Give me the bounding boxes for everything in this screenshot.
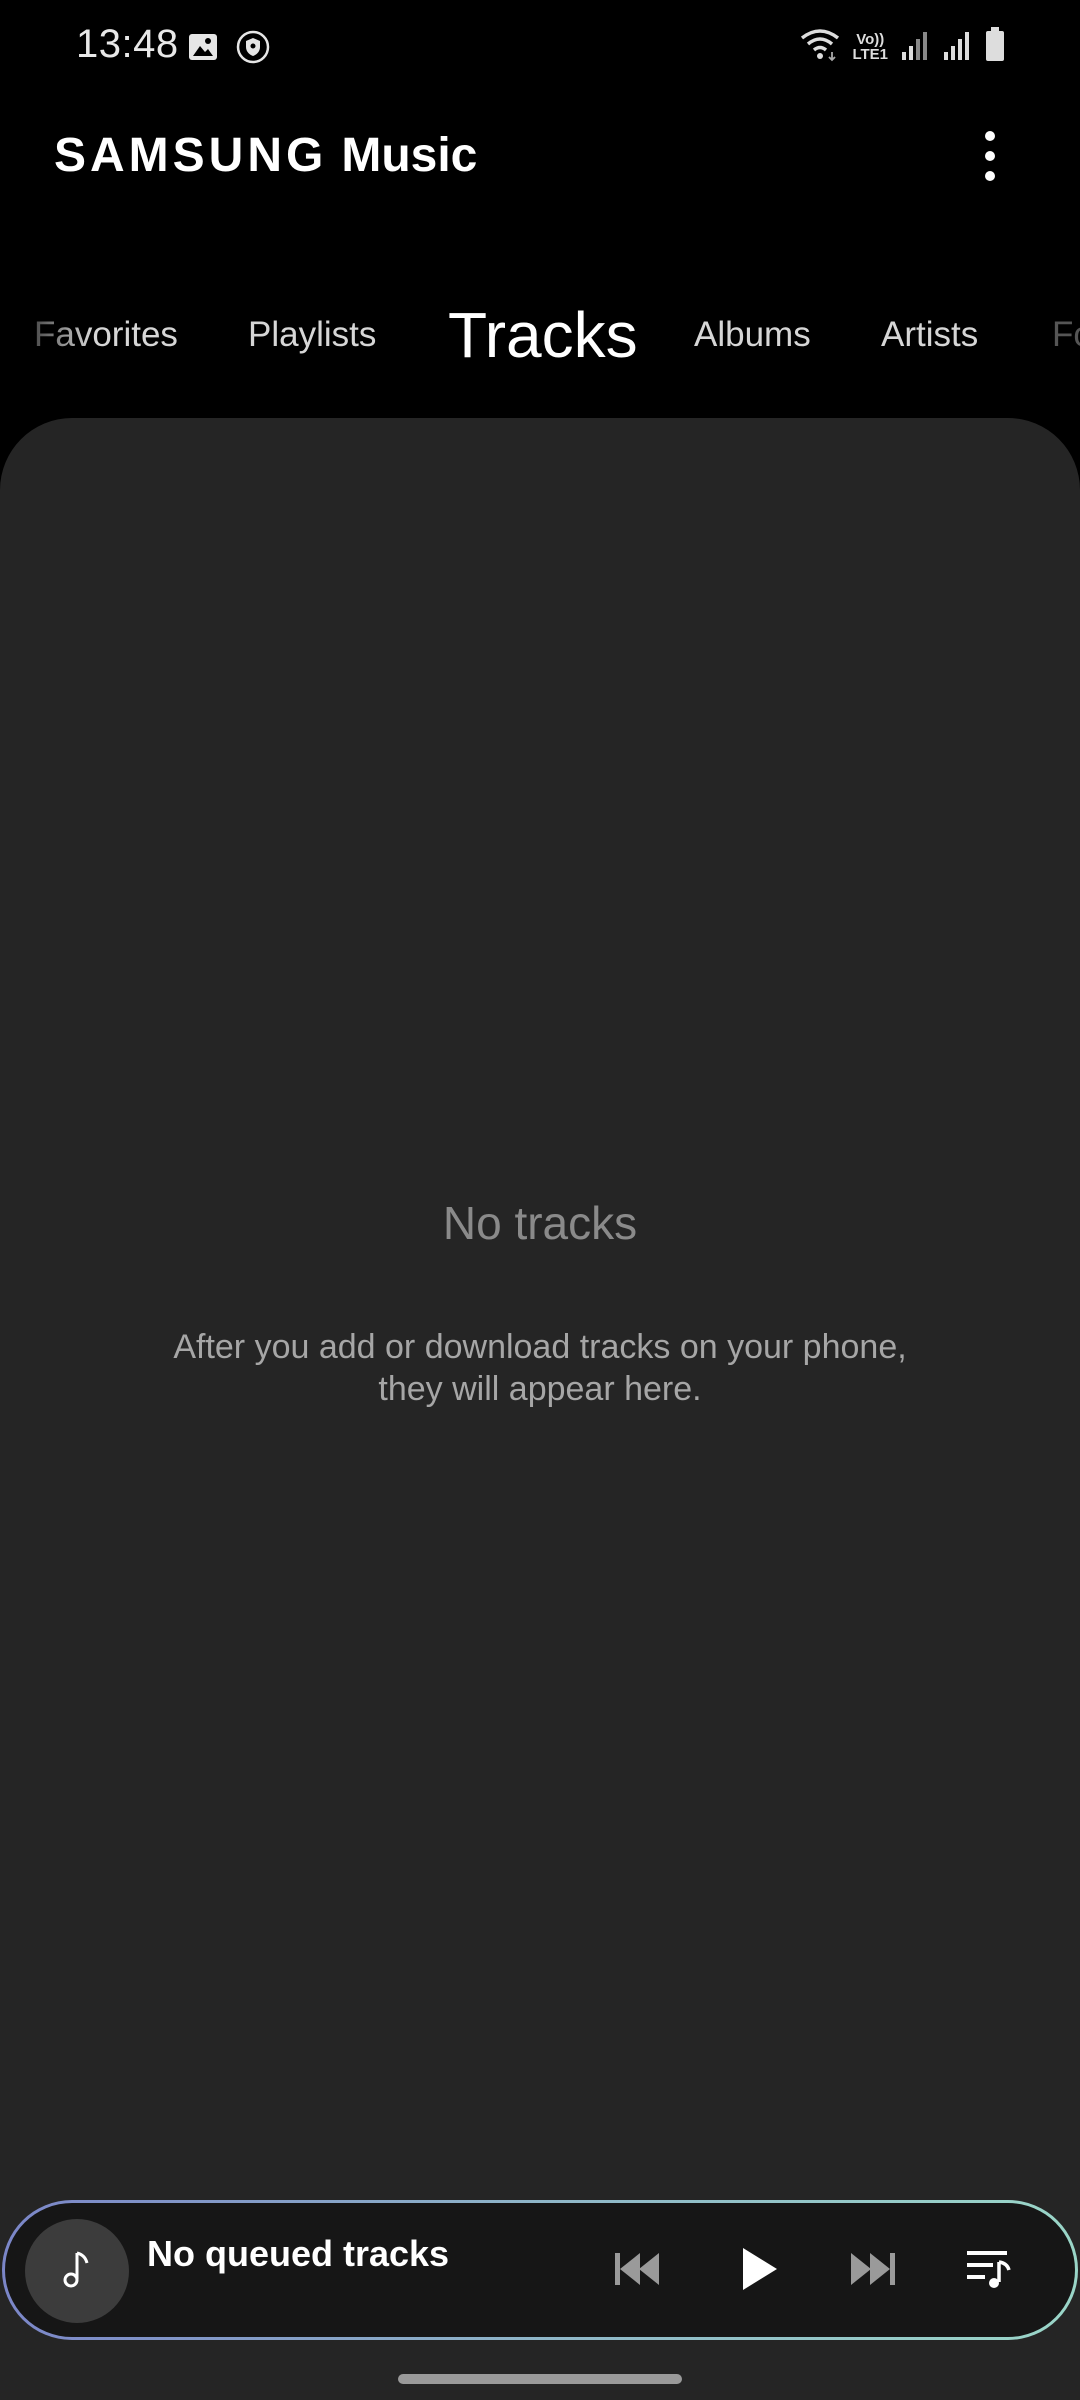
empty-state-description: After you add or download tracks on your…	[173, 1328, 907, 1408]
now-playing-title[interactable]: No queued tracks	[147, 2233, 449, 2275]
play-icon	[739, 2246, 779, 2297]
play-button[interactable]	[723, 2235, 795, 2307]
volte-icon: Vo)) LTE1	[852, 32, 888, 62]
album-art[interactable]	[25, 2219, 129, 2323]
tab-folders[interactable]: Fo	[1052, 280, 1080, 390]
status-time: 13:48	[76, 22, 179, 66]
category-tabs: Favorites Playlists Tracks Albums Artist…	[0, 280, 1080, 390]
shield-icon	[236, 30, 270, 69]
brand-logo: SAMSUNG	[54, 129, 328, 182]
app-title: SAMSUNG Music	[54, 128, 477, 183]
previous-button[interactable]	[601, 2235, 673, 2307]
volte-top-label: Vo))	[856, 30, 885, 48]
next-button[interactable]	[837, 2235, 909, 2307]
tab-artists[interactable]: Artists	[881, 280, 978, 390]
tab-albums[interactable]: Albums	[694, 280, 811, 390]
queue-icon	[965, 2248, 1013, 2295]
next-icon	[849, 2249, 897, 2294]
queue-button[interactable]	[953, 2235, 1025, 2307]
wifi-icon	[800, 26, 840, 67]
tab-tracks[interactable]: Tracks	[448, 280, 638, 390]
more-options-button[interactable]	[966, 124, 1014, 188]
app-name: Music	[341, 129, 478, 182]
volte-bottom-label: LTE1	[852, 45, 888, 63]
signal-icon	[942, 28, 972, 65]
tab-playlists[interactable]: Playlists	[248, 280, 376, 390]
gallery-icon	[188, 32, 218, 67]
battery-icon	[984, 26, 1006, 67]
empty-state-title: No tracks	[442, 1197, 638, 1249]
signal-icon	[900, 28, 930, 65]
status-bar: 13:48 Vo)) LTE1	[0, 0, 1080, 96]
mini-player[interactable]: No queued tracks	[2, 2200, 1078, 2340]
home-indicator[interactable]	[398, 2374, 682, 2384]
tab-favorites[interactable]: Favorites	[34, 280, 178, 390]
music-note-icon	[57, 2247, 97, 2296]
more-vert-icon	[985, 131, 995, 141]
previous-icon	[613, 2249, 661, 2294]
